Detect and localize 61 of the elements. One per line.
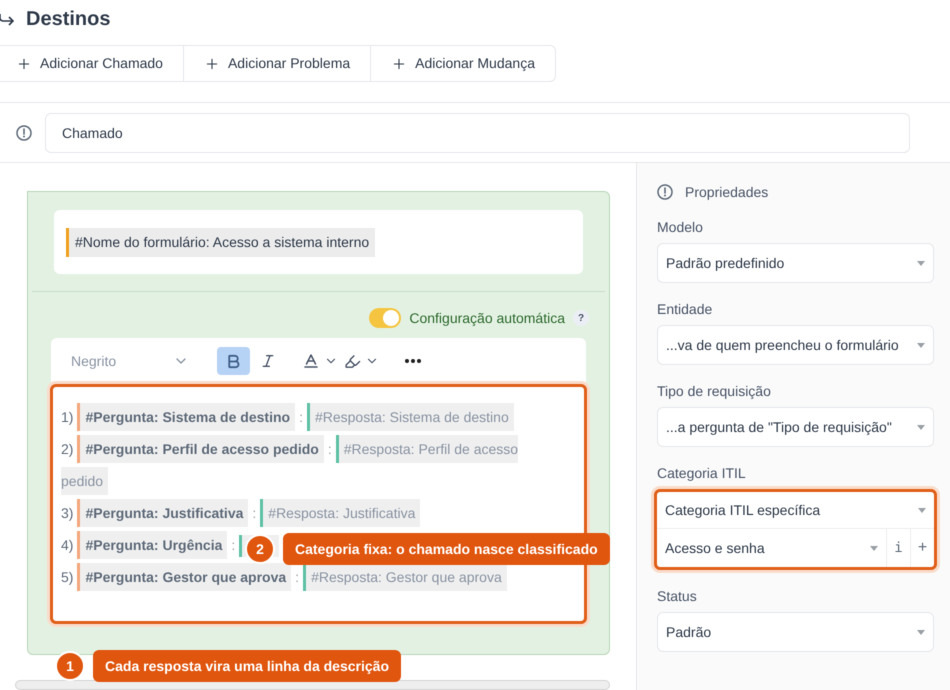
separator: : [252, 505, 256, 521]
line-number: 3) [61, 505, 74, 521]
info-icon [16, 124, 32, 141]
line-number: 4) [61, 537, 74, 553]
highlight-button[interactable] [344, 352, 379, 370]
caret-icon [917, 630, 925, 634]
page-title: Destinos [26, 7, 110, 32]
callout-label: Categoria fixa: o chamado nasce classificado [283, 533, 610, 565]
more-icon [405, 359, 421, 363]
arrow-icon [0, 12, 14, 26]
category-select[interactable]: Categoria ITIL específica [657, 492, 934, 529]
text-color-button[interactable] [302, 352, 338, 370]
caret-icon [917, 342, 925, 348]
caret-icon [918, 508, 926, 512]
more-button[interactable] [405, 359, 421, 363]
highlighter-icon [344, 352, 361, 370]
auto-config-label: Configuração automática [409, 308, 565, 328]
field-label: Categoria ITIL [657, 464, 747, 481]
line-number: 1) [61, 409, 74, 425]
select-field[interactable]: Padrão predefinido [657, 243, 934, 283]
text-color-icon [302, 352, 320, 370]
line-number: 2) [61, 441, 74, 457]
answer-tag: #Resposta: Gestor que aprova [303, 563, 507, 591]
info-icon [657, 184, 673, 200]
add-button[interactable]: Adicionar Chamado [0, 46, 183, 82]
field-label: Status [657, 587, 698, 604]
separator: : [328, 441, 332, 457]
callout-label: Cada resposta vira uma linha da descrição [93, 650, 402, 682]
field-label: Modelo [657, 218, 704, 235]
line-number: 5) [61, 569, 74, 585]
question-tag: #Pergunta: Perfil de acesso pedido [77, 435, 324, 463]
target-field[interactable]: Chamado [45, 112, 910, 153]
add-category-button[interactable]: + [910, 529, 934, 567]
bold-button[interactable] [217, 347, 250, 375]
help-badge[interactable]: ? [573, 310, 589, 326]
add-button[interactable]: Adicionar Mudança [370, 46, 555, 82]
field-label: Entidade [657, 300, 714, 317]
separator: : [231, 537, 236, 553]
auto-config-toggle[interactable] [369, 308, 402, 328]
separator: : [295, 569, 300, 585]
caret-icon [870, 546, 878, 550]
question-tag: #Pergunta: Urgência [77, 531, 228, 559]
question-tag: #Pergunta: Gestor que aprova [77, 563, 292, 591]
step-number: 1 [55, 651, 85, 681]
select-field[interactable]: ...a pergunta de "Tipo de requisição" [657, 407, 934, 447]
caret-icon [917, 260, 925, 266]
question-tag: #Pergunta: Sistema de destino [77, 403, 296, 431]
category-value-select[interactable]: Acesso e senha [657, 529, 886, 567]
answer-tag: #Resposta: Sistema de destino [306, 403, 514, 431]
add-button[interactable]: Adicionar Problema [182, 46, 370, 82]
select-field[interactable]: ...va de quem preencheu o formulário [657, 325, 934, 365]
select-field[interactable]: Padrão [657, 612, 934, 652]
separator: : [299, 409, 303, 425]
panel-title: Propriedades [685, 182, 768, 202]
question-tag: #Pergunta: Justificativa [77, 499, 248, 527]
info-button[interactable]: i [886, 529, 910, 567]
caret-icon [917, 424, 925, 430]
answer-tag: #Resposta: Justificativa [260, 499, 420, 527]
field-label: Tipo de requisição [657, 382, 772, 399]
italic-icon [260, 353, 276, 369]
form-name-tag: #Nome do formulário: Acesso a sistema interno [66, 228, 376, 256]
